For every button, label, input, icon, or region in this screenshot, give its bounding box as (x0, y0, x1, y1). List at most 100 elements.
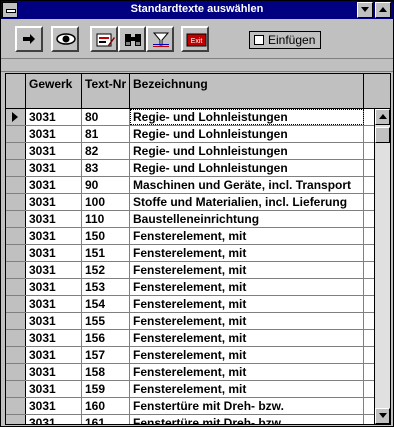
cell-bezeichnung[interactable]: Fensterelement, mit (130, 313, 364, 329)
edit-button[interactable] (90, 26, 118, 52)
vertical-scrollbar[interactable] (374, 109, 390, 424)
cell-bezeichnung[interactable]: Fensterelement, mit (130, 279, 364, 295)
cell-bezeichnung[interactable]: Baustelleneinrichtung (130, 211, 364, 227)
row-selector[interactable] (6, 262, 26, 278)
table-row[interactable]: 3031 90 Maschinen und Geräte, incl. Transp… (6, 177, 374, 194)
table-row[interactable]: 3031 82 Regie- und Lohnleistungen (6, 143, 374, 160)
row-selector[interactable] (6, 126, 26, 142)
cell-bezeichnung[interactable]: Fenstertüre mit Dreh- bzw. (130, 398, 364, 414)
cell-gewerk[interactable]: 3031 (26, 398, 82, 414)
table-row[interactable]: 3031 161 Fenstertüre mit Dreh- bzw. (6, 415, 374, 424)
cell-text-nr[interactable]: 159 (82, 381, 130, 397)
row-selector[interactable] (6, 313, 26, 329)
column-header-text-nr[interactable]: Text-Nr (82, 74, 130, 108)
row-selector[interactable] (6, 245, 26, 261)
cell-text-nr[interactable]: 82 (82, 143, 130, 159)
table-row[interactable]: 3031 157 Fensterelement, mit (6, 347, 374, 364)
cell-text-nr[interactable]: 158 (82, 364, 130, 380)
cell-text-nr[interactable]: 81 (82, 126, 130, 142)
exit-button[interactable]: Exit (181, 26, 209, 52)
cell-gewerk[interactable]: 3031 (26, 143, 82, 159)
table-row[interactable]: 3031 158 Fensterelement, mit (6, 364, 374, 381)
row-selector[interactable] (6, 160, 26, 176)
checkbox-box[interactable] (254, 35, 264, 45)
cell-bezeichnung[interactable]: Fensterelement, mit (130, 347, 364, 363)
cell-text-nr[interactable]: 83 (82, 160, 130, 176)
row-selector[interactable] (6, 364, 26, 380)
search-button[interactable] (118, 26, 146, 52)
cell-gewerk[interactable]: 3031 (26, 228, 82, 244)
cell-bezeichnung[interactable]: Fensterelement, mit (130, 364, 364, 380)
scroll-up-button[interactable] (375, 109, 390, 125)
cell-bezeichnung[interactable]: Maschinen und Geräte, incl. Transport (130, 177, 364, 193)
cell-gewerk[interactable]: 3031 (26, 279, 82, 295)
go-button[interactable] (15, 26, 43, 52)
row-selector[interactable] (6, 194, 26, 210)
insert-checkbox[interactable]: Einfügen (249, 31, 321, 49)
cell-gewerk[interactable]: 3031 (26, 330, 82, 346)
scroll-thumb[interactable] (375, 127, 390, 143)
table-row[interactable]: 3031 81 Regie- und Lohnleistungen (6, 126, 374, 143)
cell-bezeichnung[interactable]: Regie- und Lohnleistungen (130, 160, 364, 176)
cell-text-nr[interactable]: 154 (82, 296, 130, 312)
row-selector[interactable] (6, 330, 26, 346)
cell-text-nr[interactable]: 90 (82, 177, 130, 193)
cell-text-nr[interactable]: 160 (82, 398, 130, 414)
row-selector[interactable] (6, 109, 26, 125)
row-selector[interactable] (6, 347, 26, 363)
table-row[interactable]: 3031 154 Fensterelement, mit (6, 296, 374, 313)
table-row[interactable]: 3031 100 Stoffe und Materialien, incl. Lie… (6, 194, 374, 211)
row-selector[interactable] (6, 177, 26, 193)
cell-bezeichnung[interactable]: Fenstertüre mit Dreh- bzw. (130, 415, 364, 424)
cell-text-nr[interactable]: 153 (82, 279, 130, 295)
table-row[interactable]: 3031 160 Fenstertüre mit Dreh- bzw. (6, 398, 374, 415)
cell-gewerk[interactable]: 3031 (26, 109, 82, 125)
table-row[interactable]: 3031 152 Fensterelement, mit (6, 262, 374, 279)
cell-gewerk[interactable]: 3031 (26, 177, 82, 193)
cell-text-nr[interactable]: 80 (82, 109, 130, 125)
cell-gewerk[interactable]: 3031 (26, 160, 82, 176)
table-row[interactable]: 3031 150 Fensterelement, mit (6, 228, 374, 245)
row-selector[interactable] (6, 381, 26, 397)
cell-gewerk[interactable]: 3031 (26, 313, 82, 329)
cell-text-nr[interactable]: 100 (82, 194, 130, 210)
cell-gewerk[interactable]: 3031 (26, 262, 82, 278)
cell-gewerk[interactable]: 3031 (26, 381, 82, 397)
cell-text-nr[interactable]: 156 (82, 330, 130, 346)
cell-bezeichnung[interactable]: Fensterelement, mit (130, 245, 364, 261)
minimize-button[interactable] (357, 2, 373, 18)
cell-text-nr[interactable]: 161 (82, 415, 130, 424)
row-selector[interactable] (6, 296, 26, 312)
cell-bezeichnung[interactable]: Fensterelement, mit (130, 296, 364, 312)
cell-bezeichnung[interactable]: Regie- und Lohnleistungen (130, 109, 364, 125)
cell-bezeichnung[interactable]: Fensterelement, mit (130, 381, 364, 397)
row-selector[interactable] (6, 415, 26, 424)
table-row[interactable]: 3031 153 Fensterelement, mit (6, 279, 374, 296)
row-selector[interactable] (6, 211, 26, 227)
view-button[interactable] (51, 26, 79, 52)
cell-text-nr[interactable]: 150 (82, 228, 130, 244)
cell-bezeichnung[interactable]: Fensterelement, mit (130, 330, 364, 346)
cell-gewerk[interactable]: 3031 (26, 415, 82, 424)
cell-text-nr[interactable]: 110 (82, 211, 130, 227)
table-row[interactable]: 3031 110 Baustelleneinrichtung (6, 211, 374, 228)
row-selector[interactable] (6, 398, 26, 414)
cell-bezeichnung[interactable]: Fensterelement, mit (130, 228, 364, 244)
maximize-button[interactable] (375, 2, 391, 18)
scroll-down-button[interactable] (375, 408, 390, 424)
cell-bezeichnung[interactable]: Regie- und Lohnleistungen (130, 126, 364, 142)
row-selector[interactable] (6, 143, 26, 159)
table-row[interactable]: 3031 151 Fensterelement, mit (6, 245, 374, 262)
cell-text-nr[interactable]: 157 (82, 347, 130, 363)
cell-gewerk[interactable]: 3031 (26, 296, 82, 312)
column-header-gewerk[interactable]: Gewerk (26, 74, 82, 108)
cell-gewerk[interactable]: 3031 (26, 126, 82, 142)
cell-bezeichnung[interactable]: Regie- und Lohnleistungen (130, 143, 364, 159)
cell-text-nr[interactable]: 152 (82, 262, 130, 278)
cell-gewerk[interactable]: 3031 (26, 194, 82, 210)
cell-text-nr[interactable]: 151 (82, 245, 130, 261)
title-bar[interactable]: Standardtexte auswählen (1, 1, 393, 19)
filter-button[interactable] (146, 26, 174, 52)
row-selector[interactable] (6, 228, 26, 244)
table-row[interactable]: 3031 156 Fensterelement, mit (6, 330, 374, 347)
